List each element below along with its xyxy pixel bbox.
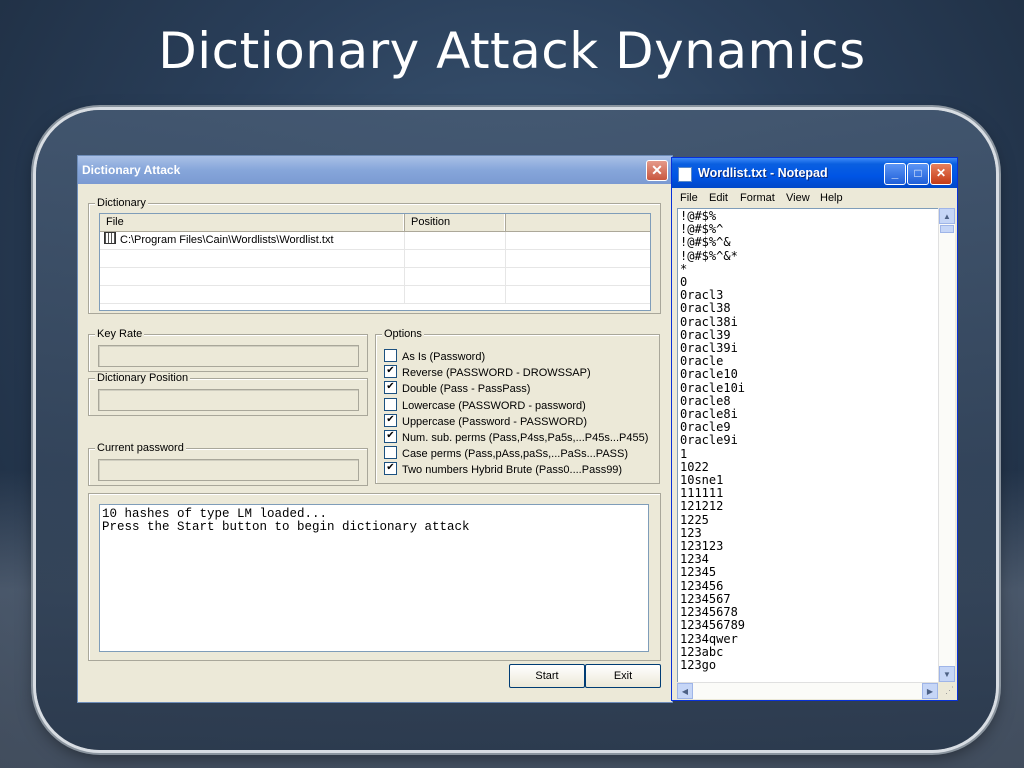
console-output[interactable]: 10 hashes of type LM loaded... Press the… (99, 504, 649, 652)
vertical-scrollbar[interactable]: ▲ ▼ (938, 208, 955, 682)
checkbox[interactable] (384, 349, 397, 362)
option-num-sub-perms[interactable]: Num. sub. perms (Pass,P4ss,Pa5s,...P45s.… (384, 430, 648, 444)
option-two-numbers-hybrid[interactable]: Two numbers Hybrid Brute (Pass0....Pass9… (384, 462, 622, 476)
option-reverse[interactable]: Reverse (PASSWORD - DROWSSAP) (384, 365, 591, 379)
wordlist-line: 0racl38i (680, 314, 738, 329)
table-row[interactable] (100, 250, 650, 268)
wordlist-line: 0racl38 (680, 301, 731, 316)
position-cell (404, 232, 506, 249)
wordlist-line: 123456 (680, 578, 724, 593)
options-group: Options As Is (Password) Reverse (PASSWO… (375, 328, 660, 484)
current-password-label: Current password (95, 442, 186, 454)
notepad-title: Wordlist.txt - Notepad (698, 166, 828, 180)
table-row[interactable]: C:\Program Files\Cain\Wordlists\Wordlist… (100, 232, 650, 250)
notepad-icon (678, 167, 692, 182)
minimize-icon[interactable]: _ (884, 163, 906, 185)
table-header: File Position (100, 214, 650, 232)
dictionary-group-label: Dictionary (95, 197, 148, 209)
file-cell: C:\Program Files\Cain\Wordlists\Wordlist… (100, 232, 405, 249)
close-icon[interactable]: ✕ (646, 160, 668, 181)
scroll-up-icon[interactable]: ▲ (939, 208, 955, 224)
file-list-icon (104, 232, 116, 244)
dictionary-position-label: Dictionary Position (95, 372, 191, 384)
dialog-title: Dictionary Attack (82, 163, 181, 177)
scroll-right-icon[interactable]: ▶ (922, 683, 938, 699)
wordlist-line: 123abc (680, 644, 724, 659)
checkbox[interactable] (384, 381, 397, 394)
wordlist-line: 1225 (680, 512, 709, 527)
wordlist-line: 0racle10 (680, 367, 738, 382)
table-row[interactable] (100, 286, 650, 304)
wordlist-line: 123go (680, 657, 717, 672)
console-line: Press the Start button to begin dictiona… (102, 520, 470, 534)
slide-title: Dictionary Attack Dynamics (158, 22, 866, 80)
scroll-left-icon[interactable]: ◀ (677, 683, 693, 699)
checkbox[interactable] (384, 414, 397, 427)
wordlist-line: 0racle9i (680, 433, 738, 448)
dictionary-attack-dialog: Dictionary Attack ✕ Dictionary File Posi… (77, 155, 673, 703)
menu-file[interactable]: File (680, 192, 698, 204)
menu-help[interactable]: Help (820, 192, 843, 204)
wordlist-line: 12345 (680, 565, 717, 580)
option-double[interactable]: Double (Pass - PassPass) (384, 381, 530, 395)
dictionary-file-table[interactable]: File Position C:\Program Files\Cain\Word… (99, 213, 651, 311)
menu-view[interactable]: View (786, 192, 810, 204)
scroll-down-icon[interactable]: ▼ (939, 666, 955, 682)
wordlist-line: 123456789 (680, 618, 746, 633)
checkbox[interactable] (384, 430, 397, 443)
notepad-menubar: File Edit Format View Help (672, 189, 957, 207)
notepad-titlebar[interactable]: Wordlist.txt - Notepad _ □ ✕ (672, 158, 957, 188)
maximize-icon[interactable]: □ (907, 163, 929, 185)
wordlist-line: !@#$%^&* (680, 248, 738, 263)
notepad-text-area[interactable]: !@#$% !@#$%^ !@#$%^& !@#$%^&* * 0 0racl3 0racl3… (677, 208, 940, 684)
wordlist-line: 0racle10i (680, 380, 746, 395)
resize-grip-icon[interactable]: ⋰ (938, 682, 954, 698)
wordlist-line: !@#$%^& (680, 235, 731, 250)
checkbox[interactable] (384, 462, 397, 475)
close-icon[interactable]: ✕ (930, 163, 952, 185)
checkbox[interactable] (384, 398, 397, 411)
key-rate-label: Key Rate (95, 328, 145, 340)
table-row[interactable] (100, 268, 650, 286)
wordlist-line: 121212 (680, 499, 724, 514)
start-button[interactable]: Start (509, 664, 585, 688)
exit-button[interactable]: Exit (585, 664, 661, 688)
dictionary-position-field (98, 389, 359, 411)
current-password-field (98, 459, 359, 481)
dialog-titlebar[interactable]: Dictionary Attack ✕ (78, 156, 672, 184)
menu-edit[interactable]: Edit (709, 192, 728, 204)
wordlist-line: 1 (680, 446, 688, 461)
file-path: C:\Program Files\Cain\Wordlists\Wordlist… (120, 234, 334, 246)
checkbox[interactable] (384, 446, 397, 459)
key-rate-field (98, 345, 359, 367)
column-header-position[interactable]: Position (405, 214, 506, 231)
notepad-window: Wordlist.txt - Notepad _ □ ✕ File Edit F… (671, 157, 958, 701)
scroll-thumb[interactable] (940, 225, 954, 233)
wordlist-line: 1234qwer (680, 631, 738, 646)
option-as-is[interactable]: As Is (Password) (384, 349, 485, 363)
option-lowercase[interactable]: Lowercase (PASSWORD - password) (384, 398, 586, 412)
options-label: Options (382, 328, 424, 340)
column-header-file[interactable]: File (100, 214, 405, 231)
checkbox[interactable] (384, 365, 397, 378)
wordlist-text: !@#$% !@#$%^ !@#$%^& !@#$%^&* * 0 0racl3 0racl3… (680, 209, 746, 672)
option-case-perms[interactable]: Case perms (Pass,pAss,paSs,...PaSs...PAS… (384, 446, 628, 460)
horizontal-scrollbar[interactable]: ◀ ▶ (677, 682, 938, 699)
menu-format[interactable]: Format (740, 192, 775, 204)
option-uppercase[interactable]: Uppercase (Password - PASSWORD) (384, 414, 587, 428)
wordlist-line: * (680, 261, 688, 276)
